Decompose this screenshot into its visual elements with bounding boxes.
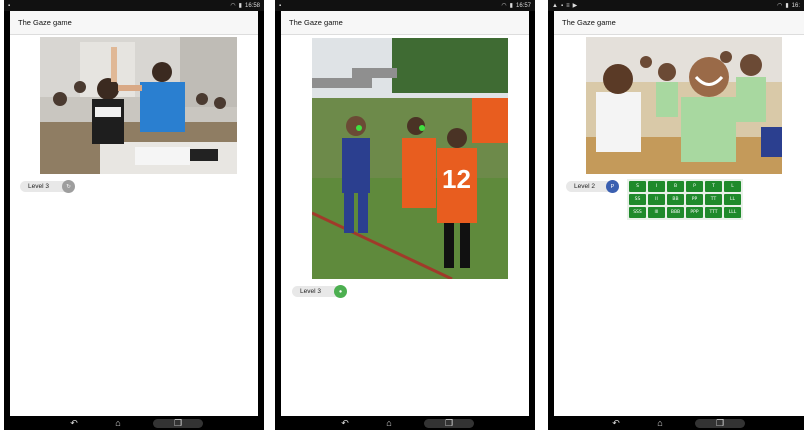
key-bb[interactable]: BB (667, 194, 684, 205)
back-icon[interactable]: ↶ (607, 418, 625, 428)
status-bar: ▲ ▪ ≡ ▶ ◠ ▮ 16: (548, 0, 804, 11)
status-bar: ▪ ◠ ▮ 16:58 (4, 0, 264, 11)
key-ppp[interactable]: PPP (686, 207, 703, 218)
back-icon[interactable]: ↶ (336, 418, 354, 428)
app-bar: The Gaze game (10, 11, 258, 35)
classroom-photo-drawing (40, 37, 237, 174)
wifi-icon: ◠ (230, 2, 236, 9)
system-nav-bar: ↶ ⌂ ❐ (548, 416, 804, 430)
app-screen: The Gaze game Level 3 ↻ (10, 11, 258, 416)
home-icon[interactable]: ⌂ (109, 418, 127, 428)
status-time: 16: (791, 2, 800, 9)
soccer-photo-drawing: 12 (312, 38, 508, 279)
level-profile-icon[interactable]: P (606, 180, 619, 193)
key-ii[interactable]: II (648, 194, 665, 205)
recent-apps-icon[interactable]: ❐ (424, 418, 474, 428)
key-sss[interactable]: SSS (629, 207, 646, 218)
level-label: Level 3 (28, 183, 49, 190)
battery-icon: ▮ (785, 2, 789, 9)
key-tt[interactable]: TT (705, 194, 722, 205)
key-iii[interactable]: III (648, 207, 665, 218)
key-ll[interactable]: LL (724, 194, 741, 205)
stimulus-photo-soccer[interactable]: 12 (312, 38, 508, 279)
app-title: The Gaze game (562, 18, 616, 27)
wifi-icon: ◠ (501, 2, 507, 9)
level-refresh-icon[interactable]: ↻ (62, 180, 75, 193)
level-indicator: Level 3 ● (292, 285, 347, 298)
key-l[interactable]: L (724, 181, 741, 192)
stimulus-photo-classroom[interactable] (40, 37, 237, 174)
kids-photo-drawing (586, 37, 782, 174)
device-screen-3: ▲ ▪ ≡ ▶ ◠ ▮ 16: The Gaze game Level 2 P … (548, 0, 804, 430)
key-ss[interactable]: SS (629, 194, 646, 205)
key-b[interactable]: B (667, 181, 684, 192)
battery-icon: ▮ (238, 2, 242, 9)
app-title: The Gaze game (289, 18, 343, 27)
app-bar: The Gaze game (281, 11, 529, 35)
home-icon[interactable]: ⌂ (380, 418, 398, 428)
app-bar: The Gaze game (554, 11, 804, 35)
key-lll[interactable]: LLL (724, 207, 741, 218)
notification-icon: ▪ (8, 2, 11, 9)
recent-apps-icon[interactable]: ❐ (153, 418, 203, 428)
level-indicator: Level 3 ↻ (20, 180, 75, 193)
device-screen-2: ▪ ◠ ▮ 16:57 The Gaze game 12 Level 3 ● ↶… (275, 0, 535, 430)
wifi-icon: ◠ (777, 2, 783, 9)
system-nav-bar: ↶ ⌂ ❐ (4, 416, 264, 430)
app-screen: The Gaze game Level 2 P S I B P T L SS I… (554, 11, 804, 416)
level-label: Level 3 (300, 288, 321, 295)
sound-key-grid: S I B P T L SS II BB PP TT LL SSS III BB… (627, 179, 743, 220)
key-i[interactable]: I (648, 181, 665, 192)
level-indicator: Level 2 P (566, 180, 619, 193)
notification-icon: ▲ (552, 2, 558, 9)
key-pp[interactable]: PP (686, 194, 703, 205)
app-screen: The Gaze game 12 Level 3 ● (281, 11, 529, 416)
battery-icon: ▮ (509, 2, 513, 9)
level-label: Level 2 (574, 183, 595, 190)
list-icon: ≡ (566, 2, 570, 9)
app-title: The Gaze game (18, 18, 72, 27)
key-ttt[interactable]: TTT (705, 207, 722, 218)
status-time: 16:57 (515, 2, 531, 9)
status-bar: ▪ ◠ ▮ 16:57 (275, 0, 535, 11)
stimulus-photo-kids-sitting[interactable] (586, 37, 782, 174)
message-icon: ▪ (560, 2, 564, 9)
level-status-icon[interactable]: ● (334, 285, 347, 298)
play-icon: ▶ (572, 2, 578, 9)
recent-apps-icon[interactable]: ❐ (695, 418, 745, 428)
key-t[interactable]: T (705, 181, 722, 192)
back-icon[interactable]: ↶ (65, 418, 83, 428)
key-s[interactable]: S (629, 181, 646, 192)
home-icon[interactable]: ⌂ (651, 418, 669, 428)
system-nav-bar: ↶ ⌂ ❐ (275, 416, 535, 430)
device-screen-1: ▪ ◠ ▮ 16:58 The Gaze game Level 3 ↻ ↶ ⌂ … (4, 0, 264, 430)
notification-icon: ▪ (279, 2, 282, 9)
status-time: 16:58 (244, 2, 260, 9)
key-bbb[interactable]: BBB (667, 207, 684, 218)
svg-text:12: 12 (442, 164, 471, 194)
key-p[interactable]: P (686, 181, 703, 192)
